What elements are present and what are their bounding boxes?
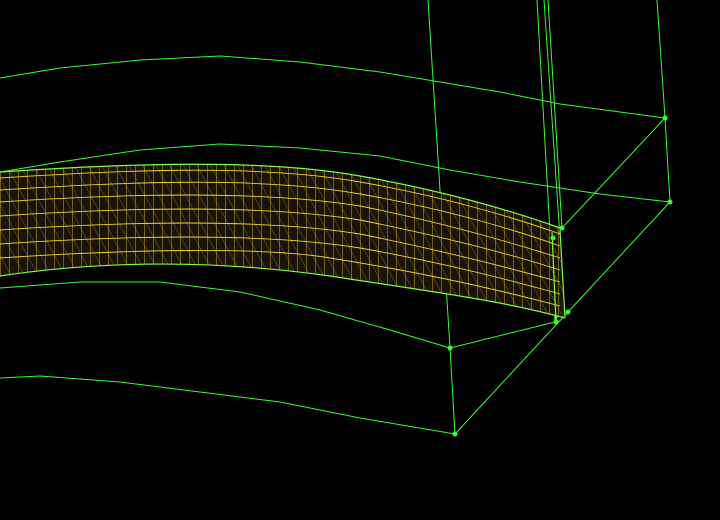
arc-lower-1 xyxy=(0,281,451,349)
arc-lower-2 xyxy=(0,375,456,435)
pillar-edge-1 xyxy=(427,0,451,349)
outer-arc-top xyxy=(0,55,666,119)
vertex-point xyxy=(550,235,556,241)
vertex-point xyxy=(553,319,559,325)
pillar-edge-6 xyxy=(664,117,671,203)
vertex-point xyxy=(559,225,565,231)
diag-edge-2 xyxy=(567,201,671,313)
pillar-edge-4 xyxy=(547,0,563,229)
pillar-edge-5 xyxy=(656,0,666,119)
vertex-point xyxy=(447,345,453,351)
vertex-point xyxy=(565,309,571,315)
pillar-edge-3 xyxy=(543,0,561,239)
vertex-point xyxy=(452,431,458,437)
vertex-point xyxy=(667,199,673,205)
diag-edge-4 xyxy=(449,321,556,349)
diag-edge-3 xyxy=(454,311,569,435)
wireframe-canvas[interactable] xyxy=(0,0,720,520)
diag-edge-1 xyxy=(561,117,666,229)
pillar-edge-7 xyxy=(449,347,456,435)
cad-3d-viewport[interactable] xyxy=(0,0,720,520)
vertex-point xyxy=(662,115,668,121)
